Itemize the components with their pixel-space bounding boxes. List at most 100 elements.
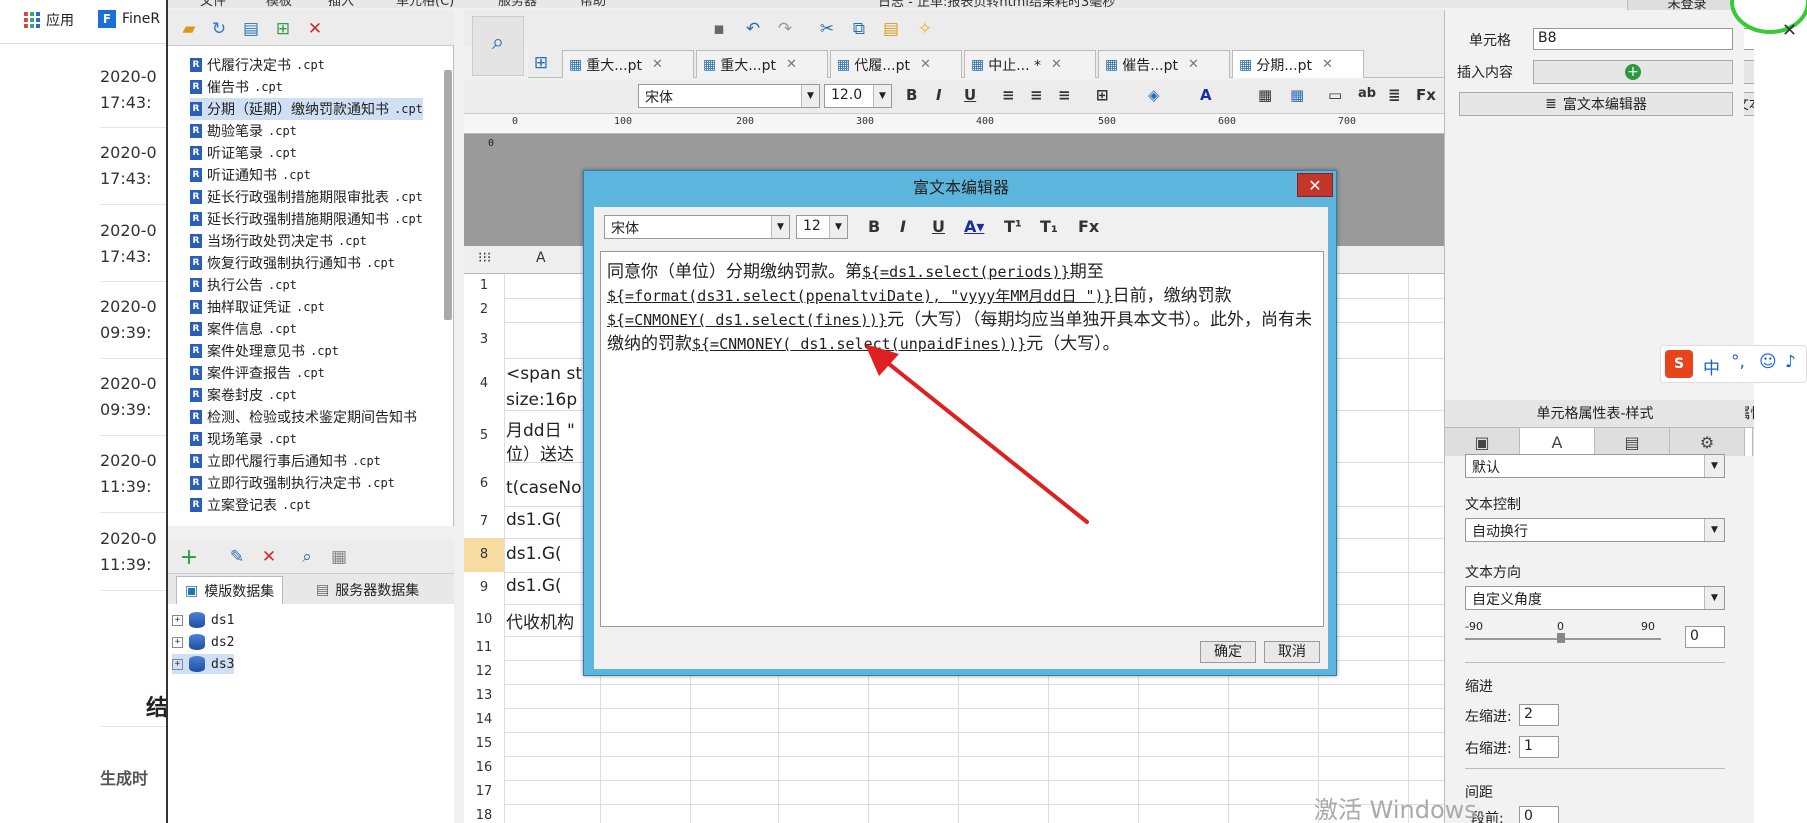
dialog-size-select[interactable]: 12 ▼ [796,215,848,239]
row-header[interactable]: 5 [464,410,504,462]
menu-server[interactable]: 服务器 [498,0,537,9]
refresh-icon[interactable]: ↻ [208,18,230,40]
close-tab-icon[interactable]: ✕ [786,57,797,72]
emoji-icon[interactable]: ☺ [1759,352,1777,372]
row-header[interactable]: 11 [464,636,504,660]
tree-item[interactable]: R 恢复行政强制执行通知书 .cpt [190,252,395,274]
menu-template[interactable]: 模板 [266,0,292,9]
tab-other[interactable]: ▤ [1753,428,1754,456]
column-header-a[interactable]: A [536,250,546,266]
tree-item[interactable]: R 执行公告 .cpt [190,274,297,296]
add-dataset-icon[interactable]: + [178,545,200,570]
fill-color-icon[interactable]: ◈ [1148,86,1160,104]
dialog-bold-button[interactable]: B [868,217,880,236]
tree-item[interactable]: R 勘验笔录 .cpt [190,120,297,142]
merge-icon[interactable]: ▦ [1258,86,1272,104]
expand-icon[interactable]: + [172,658,183,670]
table-icon[interactable]: ▦ [1290,86,1304,104]
tab-server-dataset[interactable]: ▤ 服务器数据集 [308,576,427,604]
close-tab-icon[interactable]: ✕ [1322,57,1333,72]
dialog-font-select[interactable]: 宋体 ▼ [604,215,790,239]
tab-template[interactable]: ▦ 催告...pt ✕ [1098,50,1230,78]
dialog-formula-icon[interactable]: Fx [1078,217,1099,236]
right-indent-input[interactable]: 1 [1519,736,1559,758]
tree-item[interactable]: R 抽样取证凭证 .cpt [190,296,325,318]
server-dataset-icon[interactable]: ▦ [328,546,350,568]
formula-token[interactable]: ${=format(ds31.select(ppenaltviDate), "v… [607,287,1113,305]
row-header[interactable]: 15 [464,732,504,756]
tab-settings[interactable]: ⚙ [1670,428,1745,456]
tree-item[interactable]: R 案件处理意见书 .cpt [190,340,339,362]
text-direction-select[interactable]: 自定义角度 ▼ [1465,586,1725,610]
locate-icon[interactable]: ⊞ [272,18,294,40]
dialog-close-button[interactable]: ✕ [1297,173,1333,197]
tree-item[interactable]: R 当场行政处罚决定书 .cpt [190,230,367,252]
dataset-item-selected[interactable]: + ds3 [172,654,235,674]
tree-item-selected[interactable]: R 分期（延期）缴纳罚款通知书 .cpt [190,98,423,120]
row-header[interactable]: 9 [464,572,504,604]
preview-button[interactable]: ⌕ [472,16,524,76]
left-indent-input[interactable]: 2 [1519,704,1559,726]
angle-input[interactable]: 0 [1685,626,1725,648]
tab-style[interactable]: A [1520,428,1595,456]
font-color-icon[interactable]: A [1200,86,1212,104]
tab-template[interactable]: ▦ 代履...pt ✕ [830,50,962,78]
style-preset-select[interactable]: 默认 ▼ [1465,454,1725,478]
close-tab-icon[interactable]: ✕ [920,57,931,72]
tree-item[interactable]: R 案卷封皮 .cpt [190,384,297,406]
align-center-icon[interactable]: ≡ [1030,86,1043,104]
tree-item[interactable]: R 现场笔录 .cpt [190,428,297,450]
formula-token[interactable]: ${=CNMONEY( ds1.select(fines))} [607,311,887,329]
text-icon[interactable]: ab [1358,86,1376,101]
formula-token[interactable]: ${=ds1.select(periods)} [862,263,1070,281]
bookmark-finer[interactable]: F FineR [98,10,160,28]
tree-item[interactable]: R 检测、检验或技术鉴定期间告知书 [190,406,422,428]
ime-mode[interactable]: 中 [1703,354,1720,379]
new-tab-icon[interactable]: ⊞ [530,52,552,74]
tab-template-active[interactable]: ▦ 分期...pt ✕ [1232,50,1364,78]
text-control-select[interactable]: 自动换行 ▼ [1465,518,1725,542]
menu-insert[interactable]: 插入 [328,0,354,9]
formula-icon[interactable]: Fx [1416,86,1436,104]
align-left-icon[interactable]: ≡ [1002,86,1015,104]
cancel-button[interactable]: 取消 [1264,641,1320,663]
open-folder-icon[interactable]: ▰ [178,18,200,40]
tree-item[interactable]: R 立案登记表 .cpt [190,494,311,516]
row-header[interactable]: 2 [464,298,504,322]
dialog-font-color-icon[interactable]: A▾ [964,217,984,236]
italic-button[interactable]: I [936,86,942,104]
row-header[interactable]: 14 [464,708,504,732]
expand-icon[interactable]: + [172,636,183,648]
tab-template[interactable]: ▦ 中止... * ✕ [964,50,1096,78]
redo-icon[interactable]: ↷ [774,18,796,40]
rich-text-icon[interactable]: ≣ [1388,86,1401,104]
menu-help[interactable]: 帮助 [580,0,606,9]
paste-icon[interactable]: ▤ [880,18,902,40]
underline-button[interactable]: U [964,86,976,104]
dialog-italic-button[interactable]: I [900,217,906,236]
expand-icon[interactable]: + [172,614,183,626]
subscript-icon[interactable]: T₁ [1040,217,1058,236]
cut-icon[interactable]: ✂ [816,18,838,40]
row-header[interactable]: 16 [464,756,504,780]
tree-scrollbar[interactable] [444,70,452,320]
row-header[interactable]: 18 [464,804,504,823]
row-header[interactable]: 6 [464,462,504,506]
row-header[interactable]: 10 [464,604,504,636]
tree-item[interactable]: R 延长行政强制措施期限审批表 .cpt [190,186,423,208]
row-header[interactable]: 1 [464,274,504,298]
row-header[interactable]: 12 [464,660,504,684]
rich-text-editor-button[interactable]: ≣富文本编辑器 [1459,92,1733,116]
tree-item[interactable]: R 案件信息 .cpt [190,318,297,340]
insert-content-button[interactable]: + [1533,60,1733,84]
tree-item[interactable]: R 延长行政强制措施期限通知书 .cpt [190,208,423,230]
menu-file[interactable]: 文件 [200,0,226,9]
undo-icon[interactable]: ↶ [742,18,764,40]
close-tab-icon[interactable]: ✕ [1188,57,1199,72]
tree-item[interactable]: R 立即行政强制执行决定书 .cpt [190,472,395,494]
row-header[interactable]: 7 [464,506,504,538]
menu-cell[interactable]: 单元格(C) [396,0,454,9]
dataset-item[interactable]: + ds1 [172,610,234,630]
align-right-icon[interactable]: ≡ [1058,86,1071,104]
ime-toolbar[interactable]: S 中 °, ☺ ♪ [1660,345,1807,383]
